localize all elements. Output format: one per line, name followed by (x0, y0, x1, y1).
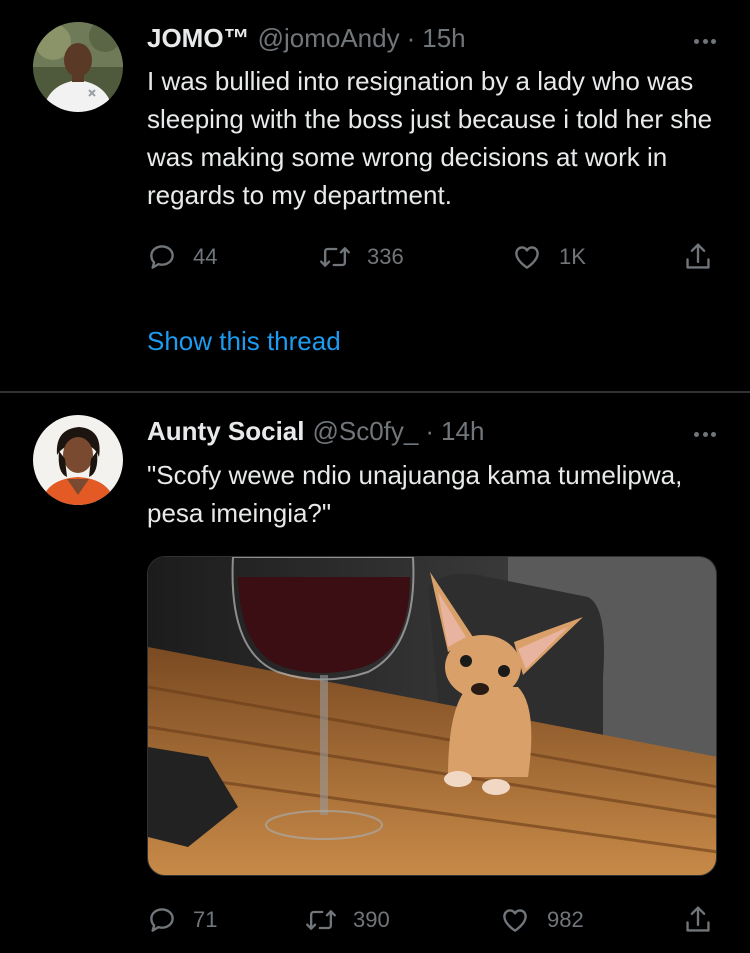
share-button[interactable] (683, 902, 713, 938)
share-button[interactable] (683, 239, 713, 275)
action-bar: 44 336 1K (147, 239, 717, 275)
user-handle[interactable]: @Sc0fy_ (312, 416, 418, 447)
tweet-media-image[interactable] (147, 556, 717, 876)
show-thread-link[interactable]: Show this thread (147, 326, 341, 357)
speech-bubble-icon (150, 908, 174, 932)
speech-bubble-icon (150, 245, 174, 269)
tweet-header: Aunty Social @Sc0fy_ · 14h (147, 416, 484, 448)
display-name[interactable]: JOMO™ (147, 23, 250, 54)
like-button[interactable]: 1K (511, 239, 586, 275)
avatar[interactable] (33, 22, 123, 112)
timestamp[interactable]: 15h (422, 23, 465, 54)
action-bar: 71 390 982 (147, 902, 717, 938)
more-options-icon[interactable] (694, 429, 716, 439)
retweet-button[interactable]: 336 (319, 239, 404, 275)
separator-dot: · (425, 416, 435, 446)
reply-button[interactable]: 44 (147, 239, 217, 275)
reply-count: 44 (193, 244, 218, 269)
heart-icon (515, 246, 539, 269)
heart-icon (503, 909, 527, 932)
chihuahua-wine-photo (148, 557, 716, 875)
retweet-count: 390 (353, 907, 390, 932)
retweet-count: 336 (367, 244, 404, 269)
like-count: 982 (547, 907, 584, 932)
tweet-text: I was bullied into resignation by a lady… (147, 66, 713, 210)
reply-count: 71 (193, 907, 218, 932)
separator-dot: · (406, 23, 416, 53)
more-options-icon[interactable] (694, 36, 716, 46)
user-handle[interactable]: @jomoAndy (258, 23, 400, 54)
tweet-header: JOMO™ @jomoAndy · 15h (147, 23, 466, 55)
reply-button[interactable]: 71 (147, 902, 217, 938)
share-upload-icon (686, 243, 710, 269)
share-upload-icon (686, 906, 710, 932)
like-count: 1K (559, 244, 586, 269)
like-button[interactable]: 982 (499, 902, 584, 938)
tweet-text: "Scofy wewe ndio unajuanga kama tumelipw… (147, 460, 683, 528)
retweet-arrows-icon (306, 910, 336, 930)
avatar[interactable] (33, 415, 123, 505)
retweet-button[interactable]: 390 (305, 902, 390, 938)
display-name[interactable]: Aunty Social (147, 416, 304, 447)
timestamp[interactable]: 14h (441, 416, 484, 447)
retweet-arrows-icon (320, 247, 350, 267)
